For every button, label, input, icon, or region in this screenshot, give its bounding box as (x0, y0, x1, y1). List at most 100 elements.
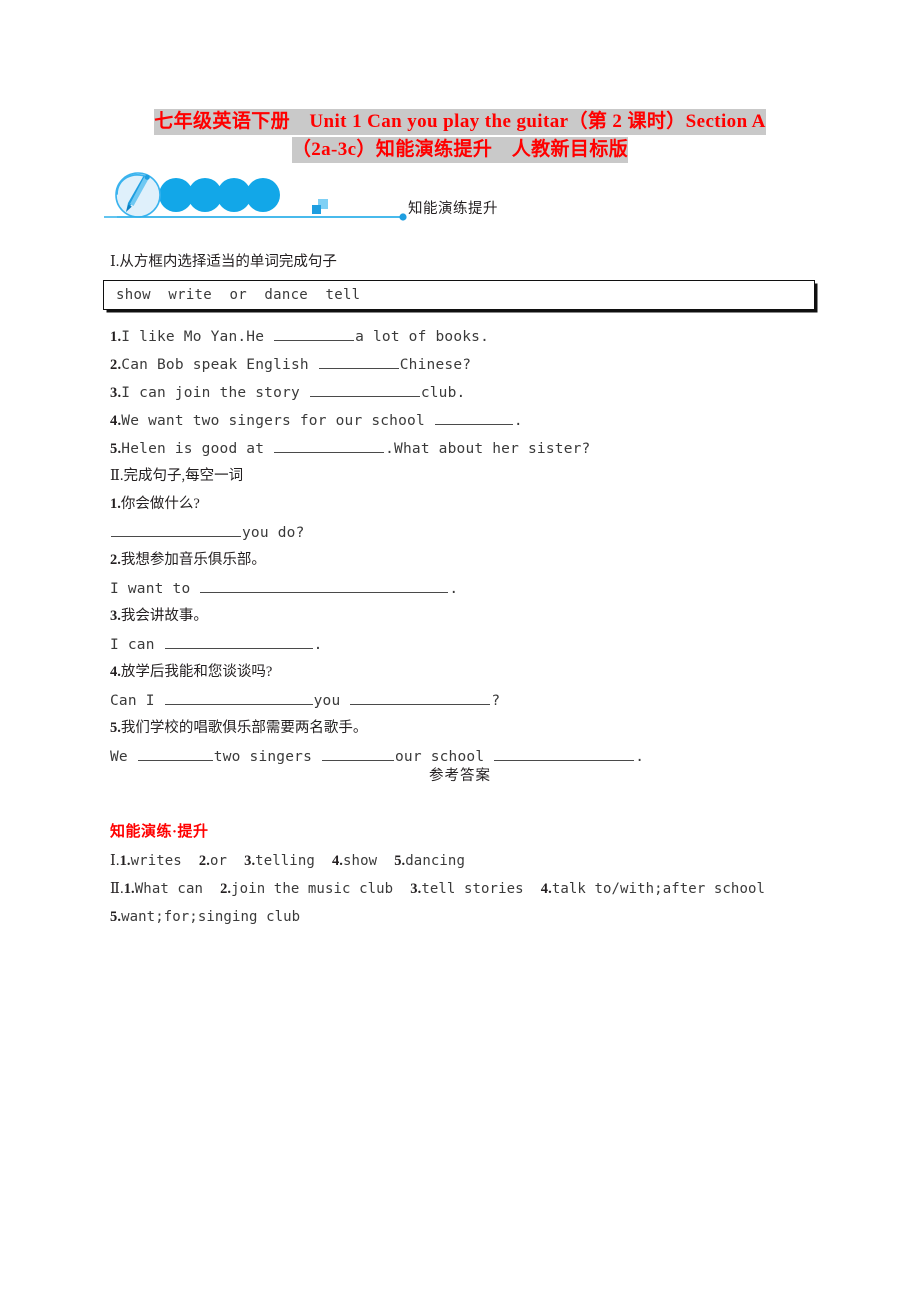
s1-q3-after: club. (420, 385, 466, 401)
ak1-t3: telling (255, 853, 315, 869)
s2-item-2-chinese: 2.我想参加音乐俱乐部。 (110, 550, 266, 570)
s2-item-1-chinese: 1.你会做什么? (110, 494, 200, 514)
ak2-roman: Ⅱ. (110, 881, 124, 897)
banner-label: 知能演练提升 (408, 201, 498, 217)
s2-item-4-blank-1 (164, 690, 313, 705)
s1-q1-after: a lot of books. (355, 329, 490, 345)
s1-q3-num: 3. (110, 385, 122, 401)
answer-key-line-3: 5.want;for;singing club (110, 907, 300, 927)
s1-q5-blank (274, 438, 385, 453)
s2-item-5-end: . (635, 749, 645, 765)
s2-item-4-num: 4. (110, 664, 121, 680)
s2-item-3-chinese: 3.我会讲故事。 (110, 606, 208, 626)
s2-item-5-blank-3 (494, 746, 635, 761)
s2-item-2-cn: 我想参加音乐俱乐部。 (120, 552, 266, 568)
ak1-t2: or (209, 853, 228, 869)
ak1-t5: dancing (405, 853, 465, 869)
ak1-n5: 5. (394, 853, 406, 869)
page-title-line-2: （2a-3c）知能演练提升 人教新目标版 (291, 137, 629, 163)
s2-item-3-num: 3. (110, 608, 121, 624)
s1-q4-before: We want two singers for our school (121, 413, 434, 429)
ak2-t4: talk to/with;after school (551, 881, 766, 897)
banner-arc-dot (144, 174, 150, 180)
s1-q1-blank (274, 326, 355, 341)
s2-item-4-answer: Can I you ? (110, 690, 500, 711)
answer-key-heading: 知能演练·提升 (110, 824, 209, 840)
ak2-n2: 2. (220, 881, 232, 897)
ak2-n3: 3. (410, 881, 422, 897)
s2-item-5-mid: two singers (213, 749, 321, 765)
ak2-n1: 1. (123, 881, 135, 897)
banner-squares-icon (312, 199, 328, 214)
s1-q4-num: 4. (110, 413, 122, 429)
ak1-t1: writes (130, 853, 182, 869)
ak1-n4: 4. (331, 853, 344, 869)
s2-item-5-after: our school (394, 749, 494, 765)
answer-key-title: 参考答案 (429, 768, 491, 784)
s2-item-3-before: I can (110, 637, 164, 653)
ak1-roman: Ⅰ. (110, 853, 120, 869)
s2-item-1-cn: 你会做什么? (120, 496, 200, 512)
ak1-n1: 1. (119, 853, 131, 869)
ak2-t2: join the music club (231, 881, 394, 897)
banner-label-dot (399, 213, 407, 221)
ak1-n3: 3. (244, 853, 256, 869)
section-1-heading: Ⅰ.从方框内选择适当的单词完成句子 (110, 254, 337, 270)
s1-q1-num: 1. (110, 329, 122, 345)
s2-item-2-mid: . (449, 581, 459, 597)
s2-item-3-cn: 我会讲故事。 (120, 608, 208, 624)
ak1-t4: show (343, 853, 378, 869)
s1-question-1: 1.I like Mo Yan.He a lot of books. (110, 326, 489, 347)
ak1-n2: 2. (198, 853, 210, 869)
ak2-n4: 4. (540, 881, 552, 897)
s2-item-5-blank-1 (137, 746, 213, 761)
s1-q5-after: .What about her sister? (385, 441, 591, 457)
s1-q2-after: Chinese? (399, 357, 472, 373)
s2-item-4-chinese: 4.放学后我能和您谈谈吗? (110, 662, 272, 682)
word-bank-text: show write or dance tell (116, 287, 361, 303)
s2-item-3-blank-1 (164, 634, 313, 649)
ak3-t1: want;for;singing club (121, 909, 301, 925)
s1-question-3: 3.I can join the story club. (110, 382, 465, 403)
section-2-heading: Ⅱ.完成句子,每空一词 (110, 468, 244, 484)
s1-question-5: 5.Helen is good at .What about her siste… (110, 438, 590, 459)
s1-q3-before: I can join the story (121, 385, 309, 401)
s2-item-2-answer: I want to . (110, 578, 458, 599)
s2-item-4-cn: 放学后我能和您谈谈吗? (120, 664, 273, 680)
answer-key-line-1: Ⅰ.1.writes 2.or 3.telling 4.show 5.danci… (110, 851, 465, 871)
s1-q4-after: . (513, 413, 523, 429)
word-bank-box: show write or dance tell (103, 280, 815, 310)
s1-q3-blank (309, 382, 420, 397)
s1-question-4: 4.We want two singers for our school . (110, 410, 523, 431)
s2-item-4-after: ? (491, 693, 501, 709)
s2-item-4-before: Can I (110, 693, 164, 709)
s2-item-5-before: We (110, 749, 137, 765)
s2-item-1-answer: you do? (110, 522, 305, 543)
s2-item-4-blank-2 (350, 690, 491, 705)
banner-dots-icon (159, 178, 280, 212)
s2-item-5-num: 5. (110, 720, 121, 736)
s2-item-1-mid: you do? (242, 525, 305, 541)
s2-item-5-cn: 我们学校的唱歌俱乐部需要两名歌手。 (120, 720, 368, 736)
s1-q5-before: Helen is good at (121, 441, 274, 457)
s1-q4-blank (434, 410, 513, 425)
s2-item-3-mid: . (313, 637, 323, 653)
document-page: 七年级英语下册 Unit 1 Can you play the guitar（第… (0, 0, 920, 1302)
s2-item-5-blank-2 (321, 746, 394, 761)
ak2-t3: tell stories (421, 881, 524, 897)
s1-question-2: 2.Can Bob speak English Chinese? (110, 354, 471, 375)
s1-q2-blank (318, 354, 399, 369)
ak3-n1: 5. (110, 909, 122, 925)
answer-key-line-2: Ⅱ.1.What can 2.join the music club 3.tel… (110, 879, 765, 899)
s2-item-2-num: 2. (110, 552, 121, 568)
s2-item-2-blank-1 (200, 578, 449, 593)
s2-item-4-mid: you (313, 693, 350, 709)
s2-item-1-blank-1 (111, 522, 241, 537)
page-title-line-1: 七年级英语下册 Unit 1 Can you play the guitar（第… (154, 109, 766, 135)
s1-q1-before: I like Mo Yan.He (121, 329, 274, 345)
s1-q5-num: 5. (110, 441, 122, 457)
s1-q2-before: Can Bob speak English (121, 357, 318, 373)
s2-item-3-answer: I can . (110, 634, 323, 655)
s1-q2-num: 2. (110, 357, 122, 373)
s2-item-1-num: 1. (110, 496, 121, 512)
